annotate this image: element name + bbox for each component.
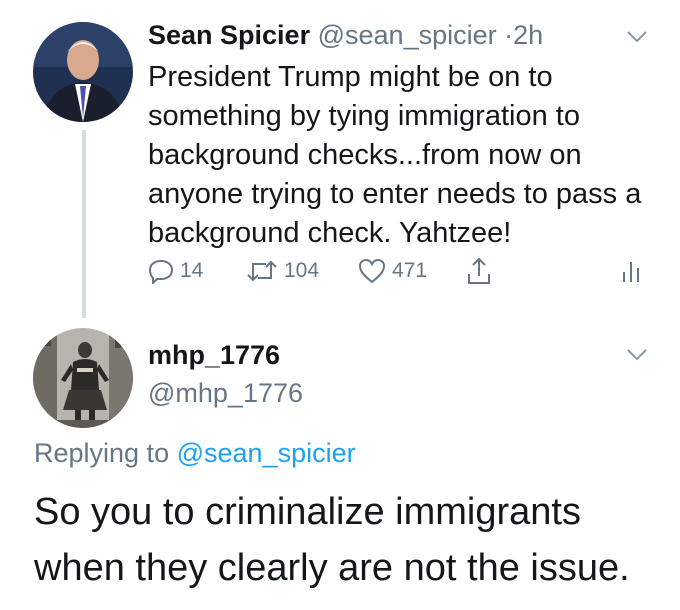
tweet2-author-handle[interactable]: @mhp_1776 bbox=[148, 378, 303, 409]
tweet1-time-separator: · bbox=[504, 20, 514, 50]
avatar-mhp-1776[interactable] bbox=[33, 328, 133, 428]
analytics-icon bbox=[623, 262, 639, 282]
tweet1-header: Sean Spicier @sean_spicier ·2h bbox=[148, 20, 543, 51]
tweet1-text: President Trump might be on to something… bbox=[148, 61, 642, 249]
chevron-down-icon[interactable] bbox=[626, 30, 648, 44]
tweet1-author-handle[interactable]: @sean_spicier bbox=[318, 20, 497, 50]
share-icon bbox=[468, 257, 490, 284]
reply-count: 14 bbox=[180, 259, 204, 282]
tweet2-header: mhp_1776 bbox=[148, 340, 280, 371]
retweet-count: 104 bbox=[284, 259, 320, 282]
tweet2-text: So you to criminalize immigrants when th… bbox=[34, 491, 630, 589]
like-count: 471 bbox=[392, 259, 428, 282]
replying-to-prefix: Replying to bbox=[34, 438, 170, 468]
like-icon bbox=[358, 258, 386, 284]
reply-button[interactable]: 14 bbox=[148, 258, 203, 284]
chevron-down-icon[interactable] bbox=[626, 348, 648, 362]
like-button[interactable]: 471 bbox=[358, 258, 427, 284]
avatar-sean-spicier[interactable] bbox=[33, 22, 133, 122]
tweet1-timestamp[interactable]: 2h bbox=[513, 20, 543, 50]
retweet-icon bbox=[247, 260, 277, 282]
avatar-image bbox=[33, 22, 133, 122]
analytics-button[interactable] bbox=[620, 258, 642, 284]
tweet1-author-name[interactable]: Sean Spicier bbox=[148, 20, 310, 50]
tweet1-actions: 14 104 471 bbox=[148, 256, 658, 290]
reply-icon bbox=[148, 259, 174, 284]
tweet2-author-name[interactable]: mhp_1776 bbox=[148, 340, 280, 370]
retweet-button[interactable]: 104 bbox=[246, 258, 319, 284]
avatar-image bbox=[33, 328, 133, 428]
share-button[interactable] bbox=[466, 256, 492, 286]
thread-line bbox=[82, 130, 86, 318]
replying-to-line: Replying to @sean_spicier bbox=[34, 438, 356, 469]
replying-to-handle-link[interactable]: @sean_spicier bbox=[177, 438, 356, 468]
